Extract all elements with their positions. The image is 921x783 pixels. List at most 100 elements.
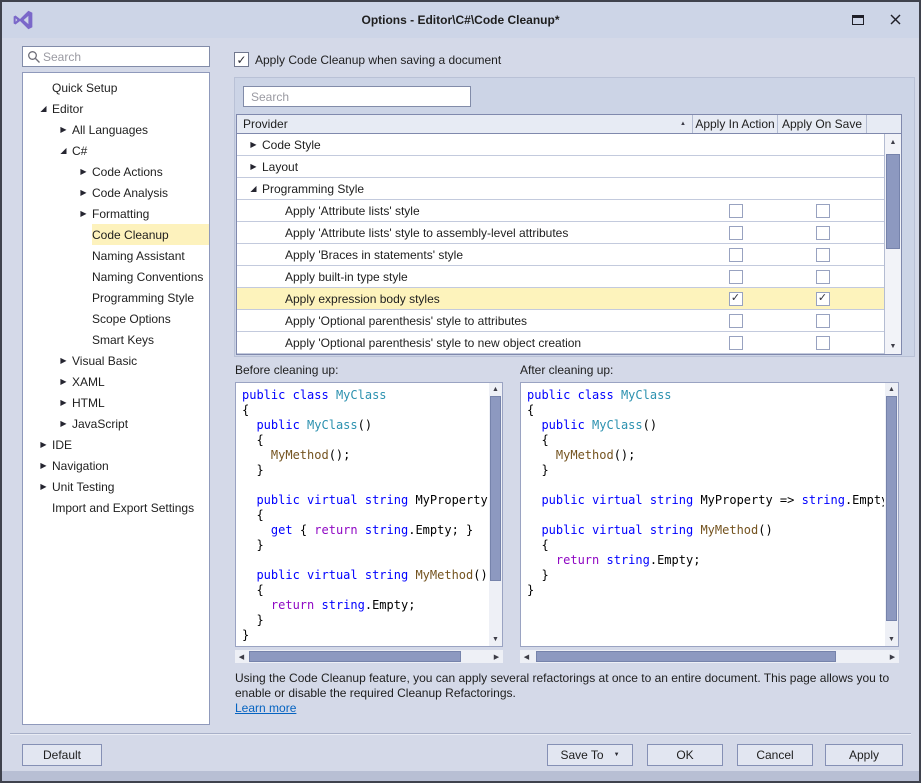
apply-on-save-checkbox[interactable] [816, 336, 830, 350]
tree-item-code-analysis[interactable]: ▶Code Analysis [23, 182, 209, 203]
tree-item-editor[interactable]: ◢Editor [23, 98, 209, 119]
provider-row-apply-braces-in-statements-style[interactable]: Apply 'Braces in statements' style [237, 244, 884, 266]
apply-in-action-checkbox[interactable]: ✓ [729, 292, 743, 306]
before-hscrollbar[interactable]: ◀ ▶ [235, 650, 503, 663]
table-vscrollbar[interactable]: ▲ ▼ [884, 134, 901, 354]
maximize-button[interactable] [852, 15, 864, 25]
apply-in-action-checkbox[interactable] [729, 270, 743, 284]
tree-item-ide[interactable]: ▶IDE [23, 434, 209, 455]
tree-collapsed-icon[interactable]: ▶ [55, 356, 72, 365]
ok-button[interactable]: OK [647, 744, 723, 766]
sidebar-search-input[interactable] [41, 49, 205, 65]
tree-expanded-icon[interactable]: ◢ [55, 146, 72, 155]
scroll-down-icon[interactable]: ▼ [489, 633, 502, 646]
apply-in-action-checkbox[interactable] [729, 248, 743, 262]
tree-item-code-cleanup[interactable]: Code Cleanup [23, 224, 209, 245]
column-header-apply-on-save[interactable]: Apply On Save [778, 115, 867, 133]
group-expanded-icon[interactable]: ◢ [245, 184, 262, 193]
tree-collapsed-icon[interactable]: ▶ [55, 398, 72, 407]
tree-item-programming-style[interactable]: Programming Style [23, 287, 209, 308]
tree-item-formatting[interactable]: ▶Formatting [23, 203, 209, 224]
tree-item-visual-basic[interactable]: ▶Visual Basic [23, 350, 209, 371]
tree-item-code-actions[interactable]: ▶Code Actions [23, 161, 209, 182]
scroll-left-icon[interactable]: ◀ [235, 650, 248, 663]
column-header-provider[interactable]: Provider ▲ [237, 115, 693, 133]
apply-on-save-checkbox[interactable] [816, 314, 830, 328]
apply-in-action-checkbox[interactable] [729, 226, 743, 240]
group-collapsed-icon[interactable]: ▶ [245, 140, 262, 149]
tree-item-naming-assistant[interactable]: Naming Assistant [23, 245, 209, 266]
tree-item-all-languages[interactable]: ▶All Languages [23, 119, 209, 140]
tree-item-unit-testing[interactable]: ▶Unit Testing [23, 476, 209, 497]
provider-row-apply-attribute-lists-style-to-assembly-level-attributes[interactable]: Apply 'Attribute lists' style to assembl… [237, 222, 884, 244]
apply-in-action-checkbox[interactable] [729, 204, 743, 218]
provider-row-apply-built-in-type-style[interactable]: Apply built-in type style [237, 266, 884, 288]
learn-more-link[interactable]: Learn more [235, 701, 296, 715]
provider-row-apply-optional-parenthesis-style-to-new-object-creation[interactable]: Apply 'Optional parenthesis' style to ne… [237, 332, 884, 354]
provider-group-code-style[interactable]: ▶Code Style [237, 134, 884, 156]
column-header-apply-in-action[interactable]: Apply In Action [693, 115, 778, 133]
apply-on-save-checkbox[interactable]: ✓ [816, 292, 830, 306]
cancel-button[interactable]: Cancel [737, 744, 813, 766]
after-hscrollbar[interactable]: ◀ ▶ [520, 650, 899, 663]
before-hscrollbar-thumb[interactable] [249, 651, 461, 662]
scroll-up-icon[interactable]: ▲ [489, 383, 502, 396]
apply-button[interactable]: Apply [825, 744, 903, 766]
apply-on-save-checkbox[interactable] [816, 204, 830, 218]
tree-item-c[interactable]: ◢C# [23, 140, 209, 161]
before-vscrollbar-thumb[interactable] [490, 396, 501, 581]
after-vscrollbar[interactable]: ▲ ▼ [885, 383, 898, 646]
after-hscrollbar-thumb[interactable] [536, 651, 836, 662]
provider-row-apply-optional-parenthesis-style-to-attributes[interactable]: Apply 'Optional parenthesis' style to at… [237, 310, 884, 332]
tree-collapsed-icon[interactable]: ▶ [35, 482, 52, 491]
before-vscrollbar[interactable]: ▲ ▼ [489, 383, 502, 646]
code-line [242, 553, 488, 568]
apply-on-save-checkbox[interactable] [816, 270, 830, 284]
tree-collapsed-icon[interactable]: ▶ [75, 209, 92, 218]
provider-search-input[interactable] [249, 89, 465, 105]
tree-collapsed-icon[interactable]: ▶ [35, 461, 52, 470]
close-button[interactable] [889, 13, 902, 26]
provider-row-apply-expression-body-styles[interactable]: Apply expression body styles✓✓ [237, 288, 884, 310]
tree-collapsed-icon[interactable]: ▶ [75, 188, 92, 197]
scroll-down-icon[interactable]: ▼ [885, 338, 901, 354]
tree-expanded-icon[interactable]: ◢ [35, 104, 52, 113]
tree-collapsed-icon[interactable]: ▶ [35, 440, 52, 449]
scroll-left-icon[interactable]: ◀ [520, 650, 533, 663]
tree-collapsed-icon[interactable]: ▶ [55, 419, 72, 428]
tree-item-import-and-export-settings[interactable]: Import and Export Settings [23, 497, 209, 518]
tree-item-javascript[interactable]: ▶JavaScript [23, 413, 209, 434]
tree-item-naming-conventions[interactable]: Naming Conventions [23, 266, 209, 287]
table-scrollbar-thumb[interactable] [886, 154, 900, 249]
apply-in-action-checkbox[interactable] [729, 314, 743, 328]
after-code-panel: public class MyClass{ public MyClass() {… [520, 382, 899, 647]
code-line: public class MyClass [527, 388, 884, 403]
apply-on-save-checkbox[interactable] [816, 248, 830, 262]
tree-item-quick-setup[interactable]: Quick Setup [23, 77, 209, 98]
apply-on-save-checkbox[interactable] [816, 226, 830, 240]
tree-item-html[interactable]: ▶HTML [23, 392, 209, 413]
scroll-up-icon[interactable]: ▲ [885, 383, 898, 396]
tree-item-label: Smart Keys [92, 329, 209, 350]
save-to-button[interactable]: Save To ▼ [547, 744, 633, 766]
provider-group-programming-style[interactable]: ◢Programming Style [237, 178, 884, 200]
scroll-down-icon[interactable]: ▼ [885, 633, 898, 646]
provider-row-apply-attribute-lists-style[interactable]: Apply 'Attribute lists' style [237, 200, 884, 222]
tree-item-xaml[interactable]: ▶XAML [23, 371, 209, 392]
after-vscrollbar-thumb[interactable] [886, 396, 897, 621]
group-collapsed-icon[interactable]: ▶ [245, 162, 262, 171]
apply-code-cleanup-checkbox[interactable]: ✓ [234, 52, 249, 67]
provider-group-layout[interactable]: ▶Layout [237, 156, 884, 178]
apply-in-action-checkbox[interactable] [729, 336, 743, 350]
tree-item-smart-keys[interactable]: Smart Keys [23, 329, 209, 350]
tree-collapsed-icon[interactable]: ▶ [75, 167, 92, 176]
tree-collapsed-icon[interactable]: ▶ [55, 125, 72, 134]
tree-collapsed-icon[interactable]: ▶ [55, 377, 72, 386]
scroll-up-icon[interactable]: ▲ [885, 134, 901, 150]
tree-item-scope-options[interactable]: Scope Options [23, 308, 209, 329]
scroll-right-icon[interactable]: ▶ [886, 650, 899, 663]
default-button[interactable]: Default [22, 744, 102, 766]
tree-item-label: C# [72, 140, 209, 161]
scroll-right-icon[interactable]: ▶ [490, 650, 503, 663]
tree-item-navigation[interactable]: ▶Navigation [23, 455, 209, 476]
